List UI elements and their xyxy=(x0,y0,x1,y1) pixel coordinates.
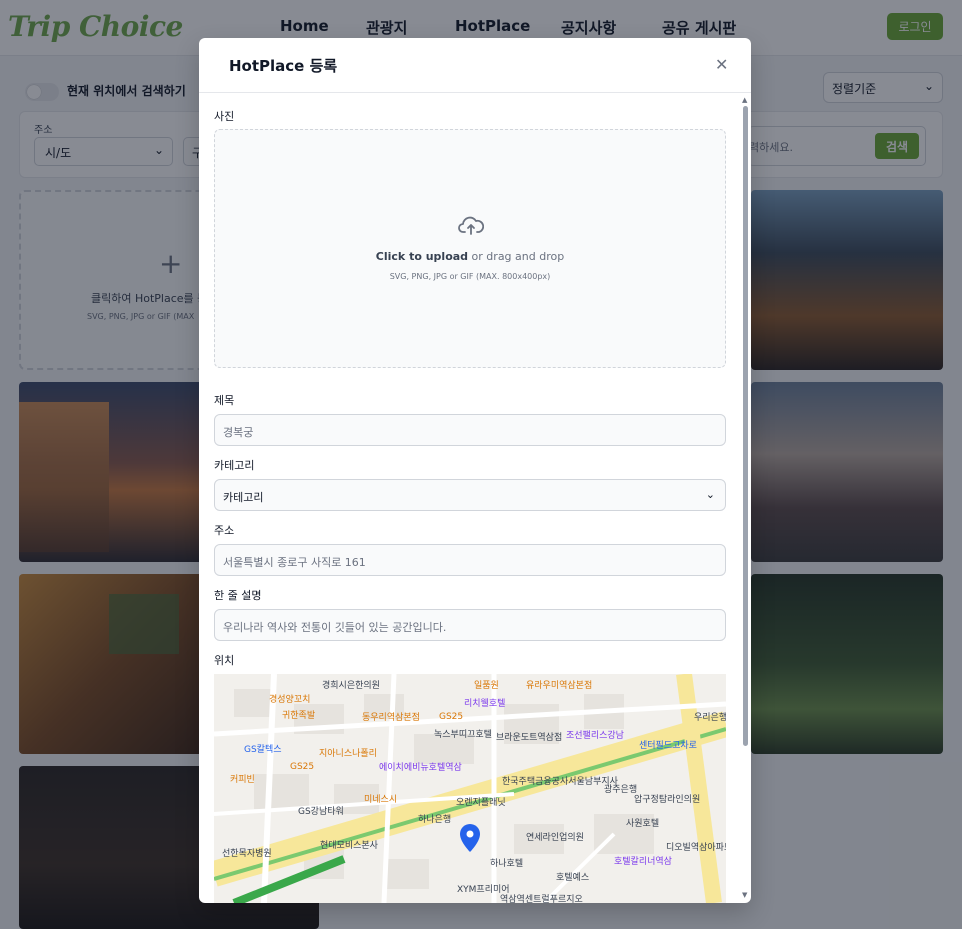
map-label: 디오빌역삼아파트 xyxy=(666,843,726,853)
map-label: 녹스부띠끄호텔 xyxy=(434,730,492,740)
hotplace-register-modal: HotPlace 등록 ✕ 사진 Click to upload or drag… xyxy=(199,38,751,903)
description-input[interactable]: 우리나라 역사와 전통이 깃들어 있는 공간입니다. xyxy=(214,609,726,641)
map-label: 압구정탐라인의원 xyxy=(634,795,701,805)
upload-click-text: Click to upload xyxy=(375,250,469,263)
map-label: GS강남타워 xyxy=(298,807,344,817)
category-select[interactable]: 카테고리 ⌄ xyxy=(214,479,726,511)
category-label: 카테고리 xyxy=(214,459,255,472)
map-label: 귀한족발 xyxy=(282,711,316,721)
map-label: GS칼텍스 xyxy=(244,745,282,755)
location-label: 위치 xyxy=(214,654,235,667)
map-label: 현대모비스본사 xyxy=(320,841,378,851)
scroll-up-icon[interactable]: ▲ xyxy=(742,96,747,104)
map-label: 경희시은한의원 xyxy=(322,681,380,691)
map-label: 일품원 xyxy=(474,681,499,691)
map-label: 유라우미역삼본점 xyxy=(526,681,593,691)
scroll-thumb[interactable] xyxy=(743,106,748,746)
address-label: 주소 xyxy=(214,524,235,537)
map-label: 에이치에비뉴호텔역삼 xyxy=(379,763,462,773)
map-label: 호텔예스 xyxy=(556,873,590,883)
map-label: 리치웰호텔 xyxy=(464,699,506,709)
map-label: 우리은행 xyxy=(694,713,726,723)
map-label: 사원호텔 xyxy=(626,819,660,829)
title-label: 제목 xyxy=(214,394,235,407)
category-select-value: 카테고리 xyxy=(223,491,264,504)
location-map[interactable]: 경희시은한의원 경성양꼬치 귀한족발 동우리역삼본점 GS25 일품원 유라우미… xyxy=(214,674,726,903)
map-label: GS25 xyxy=(439,712,464,722)
map-label: 하나은행 xyxy=(418,815,452,825)
map-label: 한국주택금융공사서울남부지사 xyxy=(502,777,618,787)
photo-dropzone[interactable]: Click to upload or drag and drop SVG, PN… xyxy=(214,129,726,368)
map-label: 호텔칼리너역삼 xyxy=(614,857,672,867)
modal-scrollbar[interactable]: ▲ ▼ xyxy=(741,96,749,901)
upload-rest-text: or drag and drop xyxy=(468,250,565,263)
map-label: 오렌지플래닛 xyxy=(456,798,506,808)
map-label: 커피빈 xyxy=(230,775,255,785)
map-label: 경성양꼬치 xyxy=(269,695,311,705)
chevron-down-icon: ⌄ xyxy=(705,488,715,501)
modal-header: HotPlace 등록 ✕ xyxy=(199,38,751,93)
upload-file-types: SVG, PNG, JPG or GIF (MAX. 800x400px) xyxy=(389,272,551,281)
map-label: GS25 xyxy=(290,762,315,772)
map-label: 센터필드고차로 xyxy=(639,741,697,751)
map-label: 조선팰리스강남 xyxy=(566,731,624,741)
address-input[interactable]: 서울특별시 종로구 사직로 161 xyxy=(214,544,726,576)
map-label: 선한목자병원 xyxy=(222,849,272,859)
upload-instructions: Click to upload or drag and drop xyxy=(215,250,725,263)
map-label: 하나호텔 xyxy=(490,859,524,869)
map-label: 광주은행 xyxy=(604,785,638,795)
map-label: 연세라인업의원 xyxy=(526,833,584,843)
map-label: 동우리역삼본점 xyxy=(362,713,420,723)
map-label: 브라운도트역삼점 xyxy=(496,733,563,743)
map-label: 지아니스나폴리 xyxy=(319,749,377,759)
scroll-down-icon[interactable]: ▼ xyxy=(742,891,747,899)
description-label: 한 줄 설명 xyxy=(214,589,262,602)
cloud-upload-icon xyxy=(458,216,484,235)
close-icon[interactable]: ✕ xyxy=(715,55,728,74)
map-label: 미네스시 xyxy=(364,795,398,805)
title-input[interactable]: 경복궁 xyxy=(214,414,726,446)
modal-title: HotPlace 등록 xyxy=(229,57,338,75)
photo-label: 사진 xyxy=(214,110,235,123)
map-label: 역삼역센트럴푸르지오 xyxy=(500,895,583,903)
